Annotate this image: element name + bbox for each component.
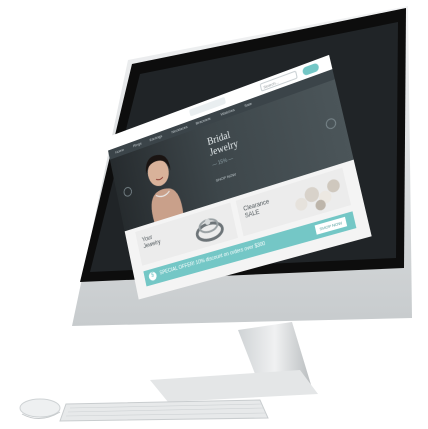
promo-title: Clearance SALE bbox=[243, 199, 272, 221]
tag-icon: $ bbox=[148, 270, 158, 282]
imac-scene: Search... Home Rings Earrings Necklaces … bbox=[0, 0, 428, 429]
keyboard bbox=[59, 399, 269, 422]
nav-item[interactable]: Rings bbox=[133, 141, 142, 149]
arrow-right-icon[interactable] bbox=[324, 116, 338, 131]
hero-subtitle: — 15% — bbox=[211, 155, 234, 169]
mouse bbox=[19, 398, 61, 418]
bracelet-image bbox=[188, 209, 229, 247]
arrow-left-icon[interactable] bbox=[122, 185, 133, 198]
hero-model-image bbox=[142, 151, 184, 223]
banner-shop-button[interactable]: SHOP NOW bbox=[314, 216, 348, 235]
monitor-stand-base bbox=[150, 370, 318, 402]
promo-title: Your Jewelry bbox=[142, 233, 162, 251]
hero-title: Bridal Jewelry bbox=[206, 128, 239, 159]
nav-item[interactable]: Sale bbox=[244, 101, 253, 109]
nav-item[interactable]: Home bbox=[115, 147, 125, 155]
pearls-image bbox=[294, 177, 341, 213]
hero-shop-link[interactable]: SHOP NOW bbox=[215, 172, 236, 183]
